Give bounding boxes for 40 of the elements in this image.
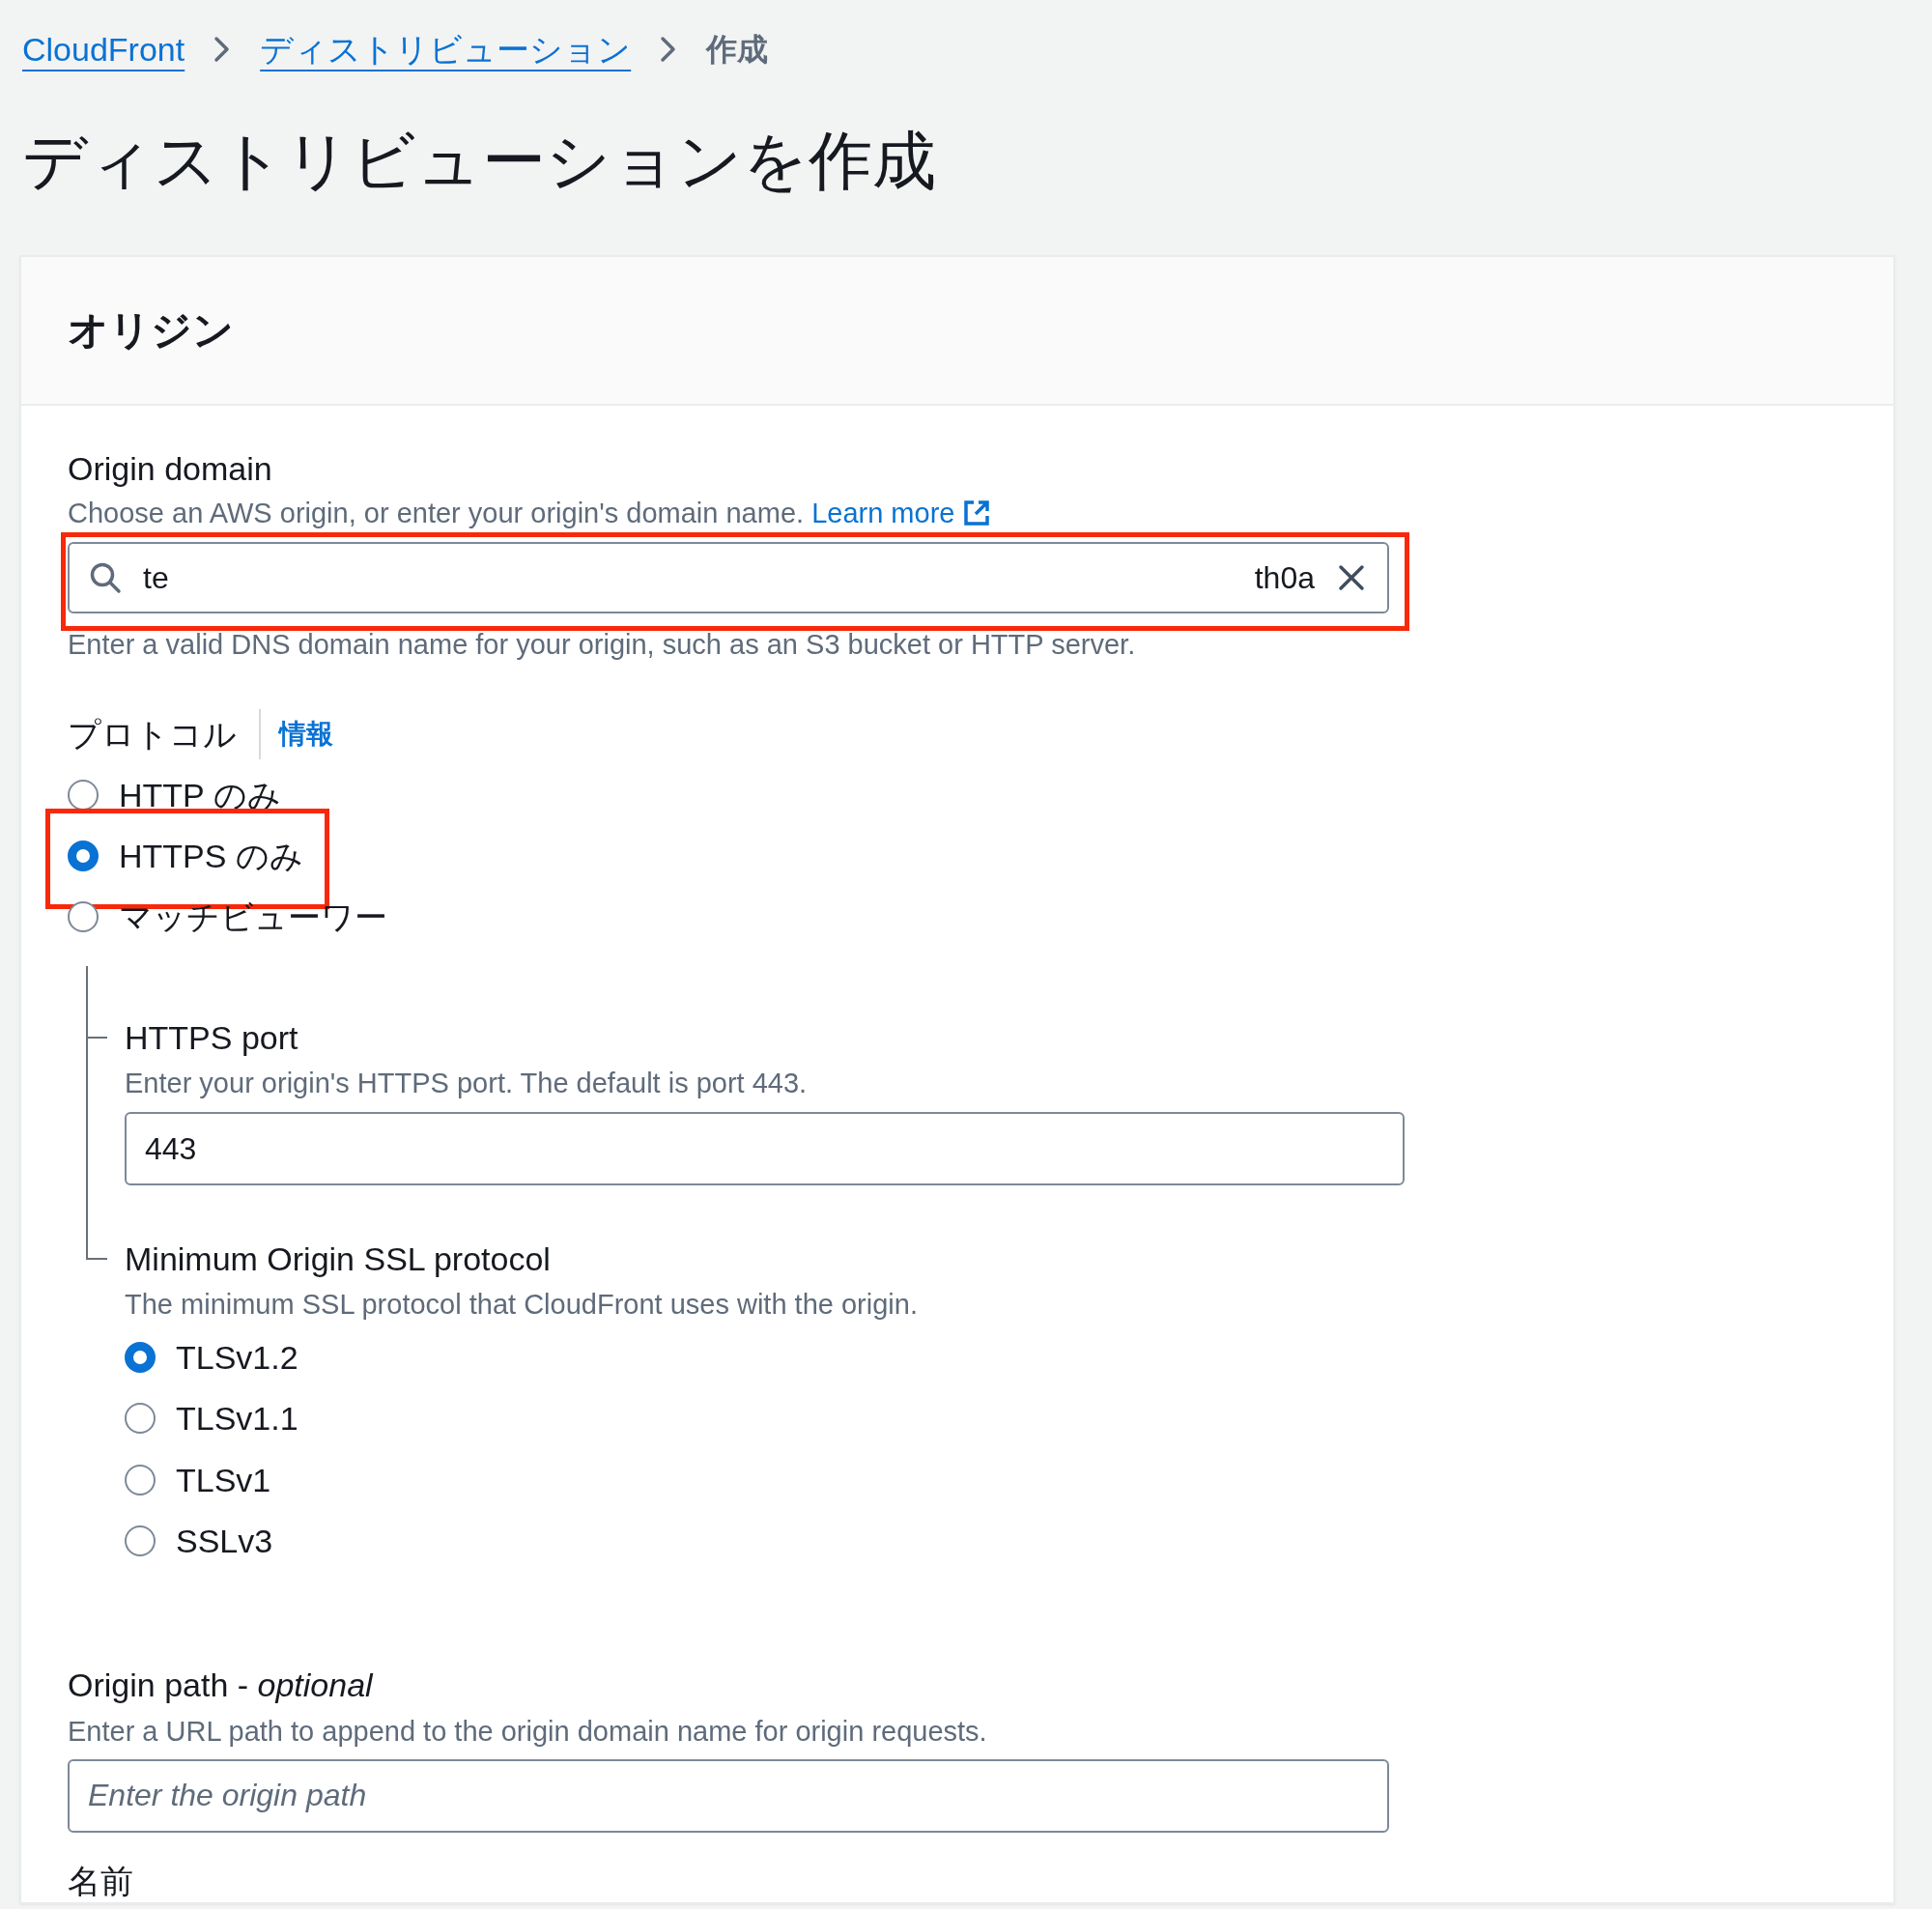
learn-more-link[interactable]: Learn more [811, 494, 992, 532]
radio-label[interactable]: HTTP のみ [119, 773, 281, 816]
port-input[interactable]: 443 [125, 1112, 1405, 1186]
radio-label[interactable]: HTTPS のみ [119, 835, 303, 878]
field-hint: Enter a valid DNS domain name for your origin, such as an S3 bucket or HTTP server. [68, 628, 1136, 662]
field-label: 名前 [68, 1861, 133, 1901]
radio-label[interactable]: SSLv3 [176, 1520, 273, 1563]
field-label: Origin domain [68, 449, 272, 489]
field-label: プロトコル [68, 715, 237, 755]
page-title: ディストリビューションを作成 [22, 124, 936, 198]
radio-label[interactable]: TLSv1.1 [176, 1397, 298, 1440]
external-link-icon [962, 499, 992, 527]
breadcrumb-link[interactable]: ディストリビューション [260, 27, 632, 71]
search-field[interactable]: te th0a [68, 542, 1389, 613]
chevron-right-icon [660, 36, 678, 63]
field-label: HTTPS port [125, 1018, 298, 1059]
radio-label[interactable]: TLSv1 [176, 1458, 271, 1501]
field-label: Origin path - optional [68, 1665, 373, 1705]
breadcrumb-link[interactable]: CloudFront [22, 27, 185, 71]
field-label: Minimum Origin SSL protocol [125, 1239, 551, 1280]
close-icon[interactable] [1338, 564, 1365, 591]
breadcrumb-current: 作成 [706, 31, 769, 69]
radio-button[interactable] [125, 1403, 156, 1435]
field-description: Choose an AWS origin, or enter your origin's domain name. Learn more [68, 494, 992, 532]
radio-button[interactable] [68, 901, 99, 933]
info-link[interactable]: 情報 [279, 716, 333, 753]
radio-button[interactable] [125, 1464, 156, 1496]
search-icon [89, 561, 122, 594]
field-description: Enter a URL path to append to the origin domain name for origin requests. [68, 1714, 987, 1749]
origin-path-input[interactable]: Enter the origin path [68, 1758, 1389, 1833]
radio-label[interactable]: マッチビューワー [119, 896, 387, 939]
field-description: Enter your origin's HTTPS port. The default is port 443. [125, 1067, 808, 1101]
chevron-right-icon [213, 36, 232, 63]
section-title: オリジン [68, 306, 234, 355]
radio-button[interactable] [68, 779, 99, 811]
radio-button[interactable] [125, 1341, 156, 1373]
radio-button[interactable] [125, 1525, 156, 1557]
radio-button[interactable] [68, 841, 99, 872]
field-description: The minimum SSL protocol that CloudFront uses with the origin. [125, 1288, 918, 1323]
radio-label[interactable]: TLSv1.2 [176, 1335, 298, 1379]
